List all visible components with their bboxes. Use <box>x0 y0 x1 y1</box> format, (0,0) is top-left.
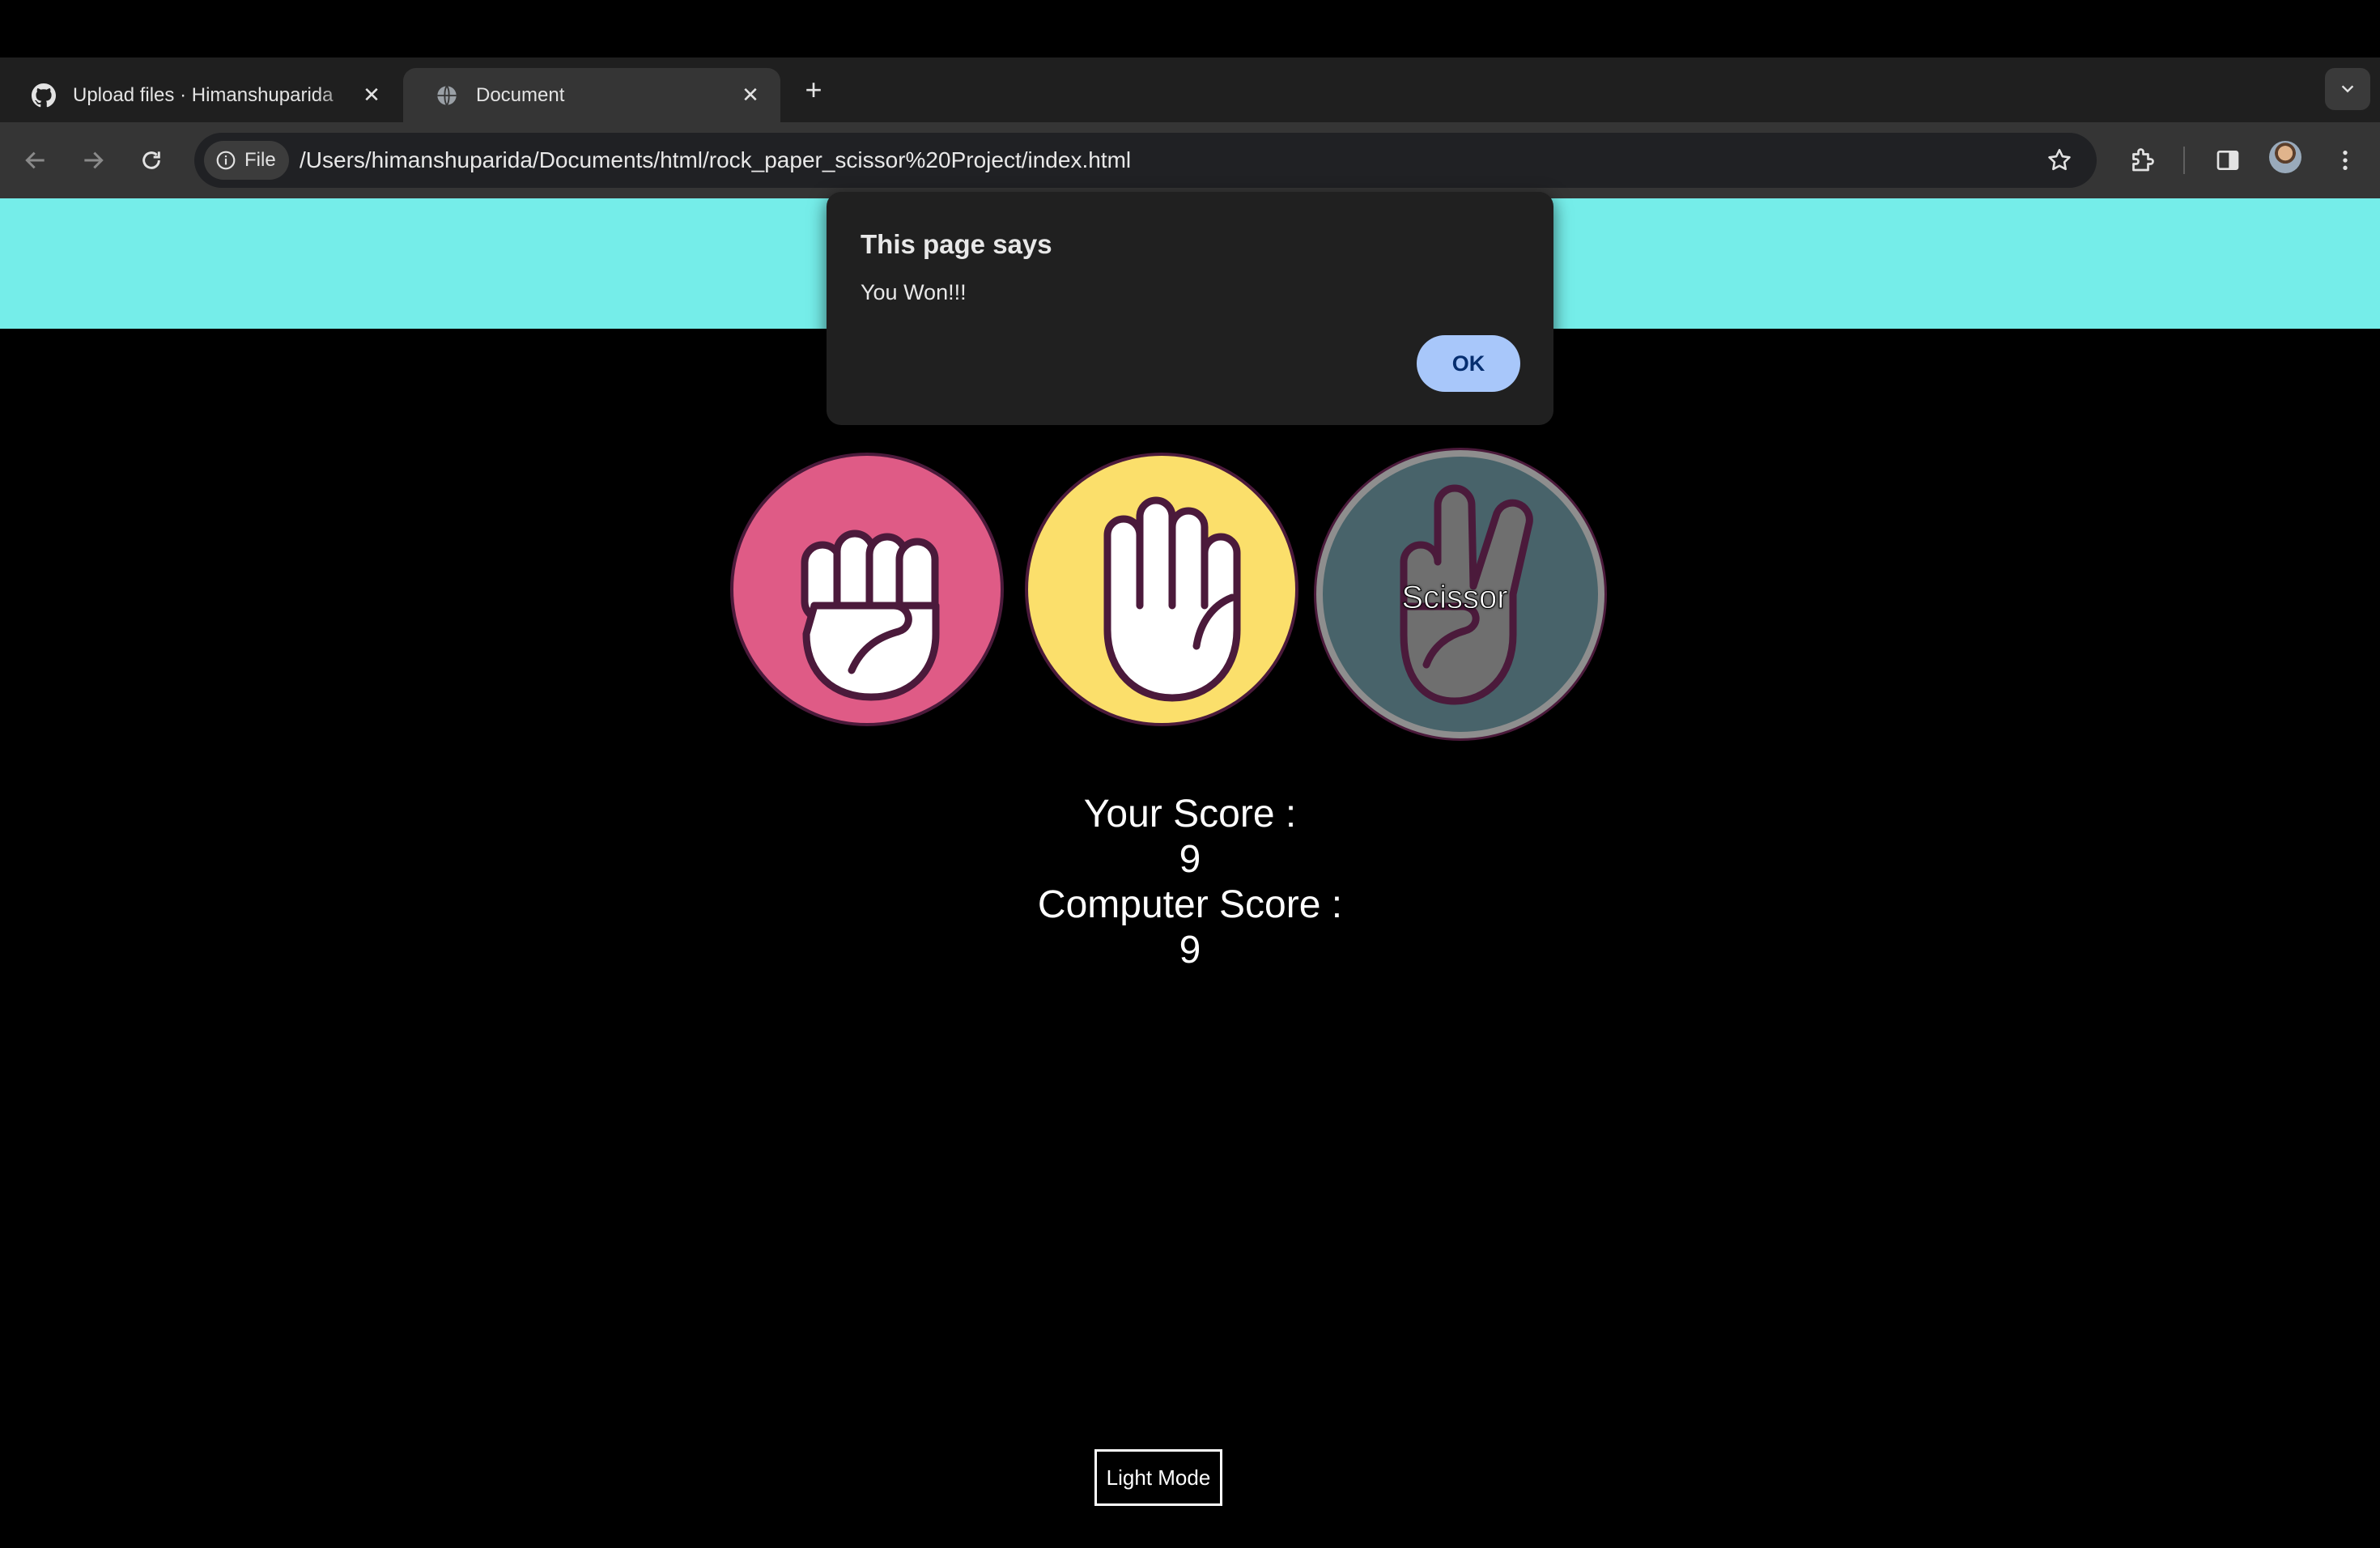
alert-title: This page says <box>861 229 1052 259</box>
reload-button[interactable] <box>131 140 172 181</box>
site-info-chip[interactable]: File <box>204 141 289 180</box>
url-text[interactable]: /Users/himanshuparida/Documents/html/roc… <box>300 133 1131 188</box>
new-tab-button[interactable]: + <box>797 74 830 106</box>
close-tab-icon[interactable]: ✕ <box>738 83 763 108</box>
chevron-down-icon <box>2341 85 2354 93</box>
computer-score-label: Computer Score : <box>1037 883 1343 926</box>
user-score-label: Your Score : <box>1083 793 1297 836</box>
toolbar-divider <box>2183 147 2185 174</box>
back-button[interactable] <box>15 140 56 181</box>
rock-fist-icon <box>801 529 940 701</box>
rock-choice-button[interactable] <box>733 456 1001 723</box>
info-icon <box>216 151 236 170</box>
arrow-left-icon <box>25 151 45 169</box>
arrow-right-icon <box>84 151 104 169</box>
paper-hand-icon <box>1103 496 1241 702</box>
extensions-icon[interactable] <box>2122 140 2162 181</box>
tab-upload-files[interactable]: Upload files · Himanshuparida ✕ <box>0 68 402 122</box>
tab-search-button[interactable] <box>2325 68 2370 110</box>
side-panel-icon[interactable] <box>2208 140 2248 181</box>
menu-kebab-icon[interactable] <box>2325 140 2365 181</box>
tab-strip: Upload files · Himanshuparida ✕ Document… <box>0 57 2380 122</box>
reload-icon <box>142 151 160 169</box>
profile-avatar[interactable] <box>2269 141 2301 173</box>
ok-button[interactable]: OK <box>1417 335 1520 392</box>
globe-icon <box>434 83 460 108</box>
github-icon <box>31 83 57 108</box>
alert-dialog: This page says You Won!!! OK <box>827 192 1553 425</box>
alert-message: You Won!!! <box>861 280 967 304</box>
forward-button[interactable] <box>73 140 113 181</box>
light-mode-button[interactable]: Light Mode <box>1094 1449 1222 1506</box>
computer-score-value: 9 <box>1179 929 1201 972</box>
close-tab-icon[interactable]: ✕ <box>359 83 384 108</box>
os-menu-bar <box>0 0 2380 57</box>
score-board: Your Score : 9 Computer Score : 9 <box>0 792 2380 973</box>
paper-choice-button[interactable] <box>1028 456 1295 723</box>
tab-title: Document <box>476 83 565 106</box>
browser-toolbar: File /Users/himanshuparida/Documents/htm… <box>0 122 2380 198</box>
tab-document[interactable]: Document ✕ <box>403 68 780 122</box>
address-bar[interactable]: File /Users/himanshuparida/Documents/htm… <box>194 133 2097 188</box>
scissor-label: Scissor <box>1401 580 1508 616</box>
tab-title: Upload files · Himanshuparida <box>73 83 334 106</box>
user-score-value: 9 <box>1179 838 1201 881</box>
scheme-label: File <box>244 149 276 171</box>
bookmark-star-icon[interactable] <box>2045 146 2074 175</box>
